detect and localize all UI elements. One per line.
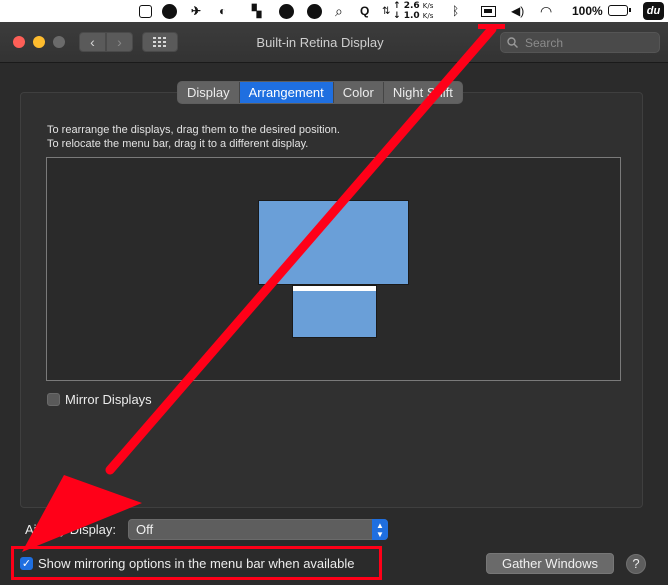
annotation-arrow <box>22 24 497 552</box>
annotation-arrow-head <box>22 475 142 552</box>
annotation-arrow-shaft <box>105 24 497 475</box>
